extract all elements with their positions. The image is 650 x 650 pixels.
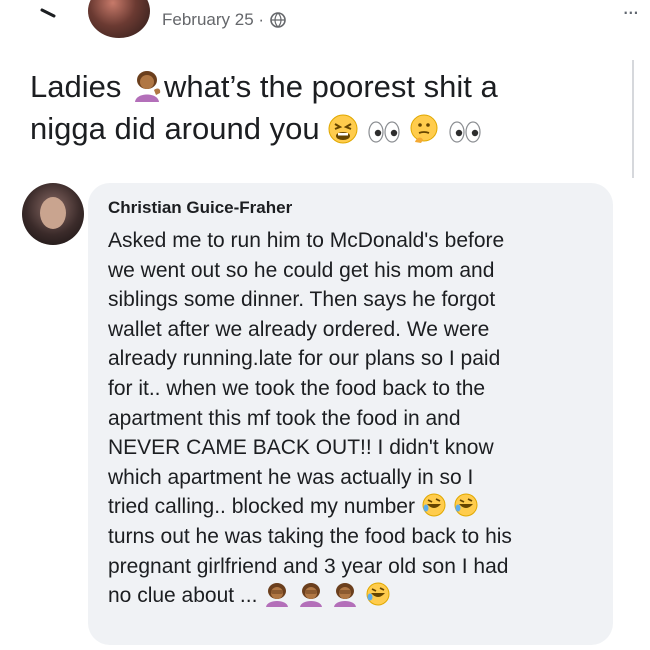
eyes-emoji [449, 121, 481, 143]
more-options-icon[interactable]: ... [623, 0, 639, 18]
woman-facepalming-emoji [266, 583, 289, 608]
comment-line: tried calling.. blocked my number [108, 495, 415, 519]
divider [632, 60, 634, 178]
thinking-face-emoji [410, 114, 438, 143]
comment-line: apartment this mf took the food in and [108, 406, 461, 430]
comment-line: siblings some dinner. Then says he forgo… [108, 288, 496, 312]
commenter-avatar[interactable] [22, 183, 84, 245]
rofl-emoji [422, 493, 446, 517]
woman-tipping-hand-emoji [134, 71, 161, 102]
comment-line-with-emoji: tried calling.. blocked my number [108, 492, 603, 522]
globe-icon [270, 12, 286, 28]
eyes-emoji [368, 121, 400, 143]
woman-facepalming-emoji [333, 583, 356, 608]
post-text-segment: nigga did around you [30, 111, 320, 146]
back-arrow-icon[interactable] [38, 4, 60, 26]
rofl-emoji [454, 493, 478, 517]
comment-line: no clue about ... [108, 584, 258, 608]
post-text-segment: Ladies [30, 69, 122, 104]
poster-avatar[interactable] [88, 0, 150, 38]
comment-line: turns out he was taking the food back to… [108, 524, 512, 548]
commenter-name[interactable]: Christian Guice-Fraher [108, 198, 292, 218]
comment-line: Asked me to run him to McDonald's before [108, 229, 505, 252]
post-text-segment: what’s the poorest shit a [163, 69, 498, 104]
post-date-text: February 25 · [162, 10, 265, 29]
comment-line: NEVER CAME BACK OUT!! I didn't know [108, 436, 494, 460]
tired-face-emoji [328, 114, 358, 144]
comment-line: we went out so he could get his mom and [108, 258, 495, 282]
comment-line: pregnant girlfriend and 3 year old son I… [108, 554, 509, 578]
avatar-face [40, 197, 66, 229]
woman-facepalming-emoji [300, 583, 323, 608]
post-header: February 25 · ... [0, 0, 650, 44]
comment-line: already running.late for our plans so I … [108, 347, 501, 371]
comment-line: which apartment he was actually in so I [108, 465, 474, 489]
comment-line: wallet after we already ordered. We were [108, 317, 490, 341]
comment-line: for it.. when we took the food back to t… [108, 376, 486, 400]
rofl-emoji [366, 582, 390, 606]
post-body: Ladies what’s the poorest shit a nigga d… [30, 66, 630, 150]
comment-body: Asked me to run him to McDonald's before… [108, 226, 603, 611]
comment-line-with-emoji: no clue about ... [108, 581, 603, 611]
post-timestamp[interactable]: February 25 · [162, 10, 286, 30]
